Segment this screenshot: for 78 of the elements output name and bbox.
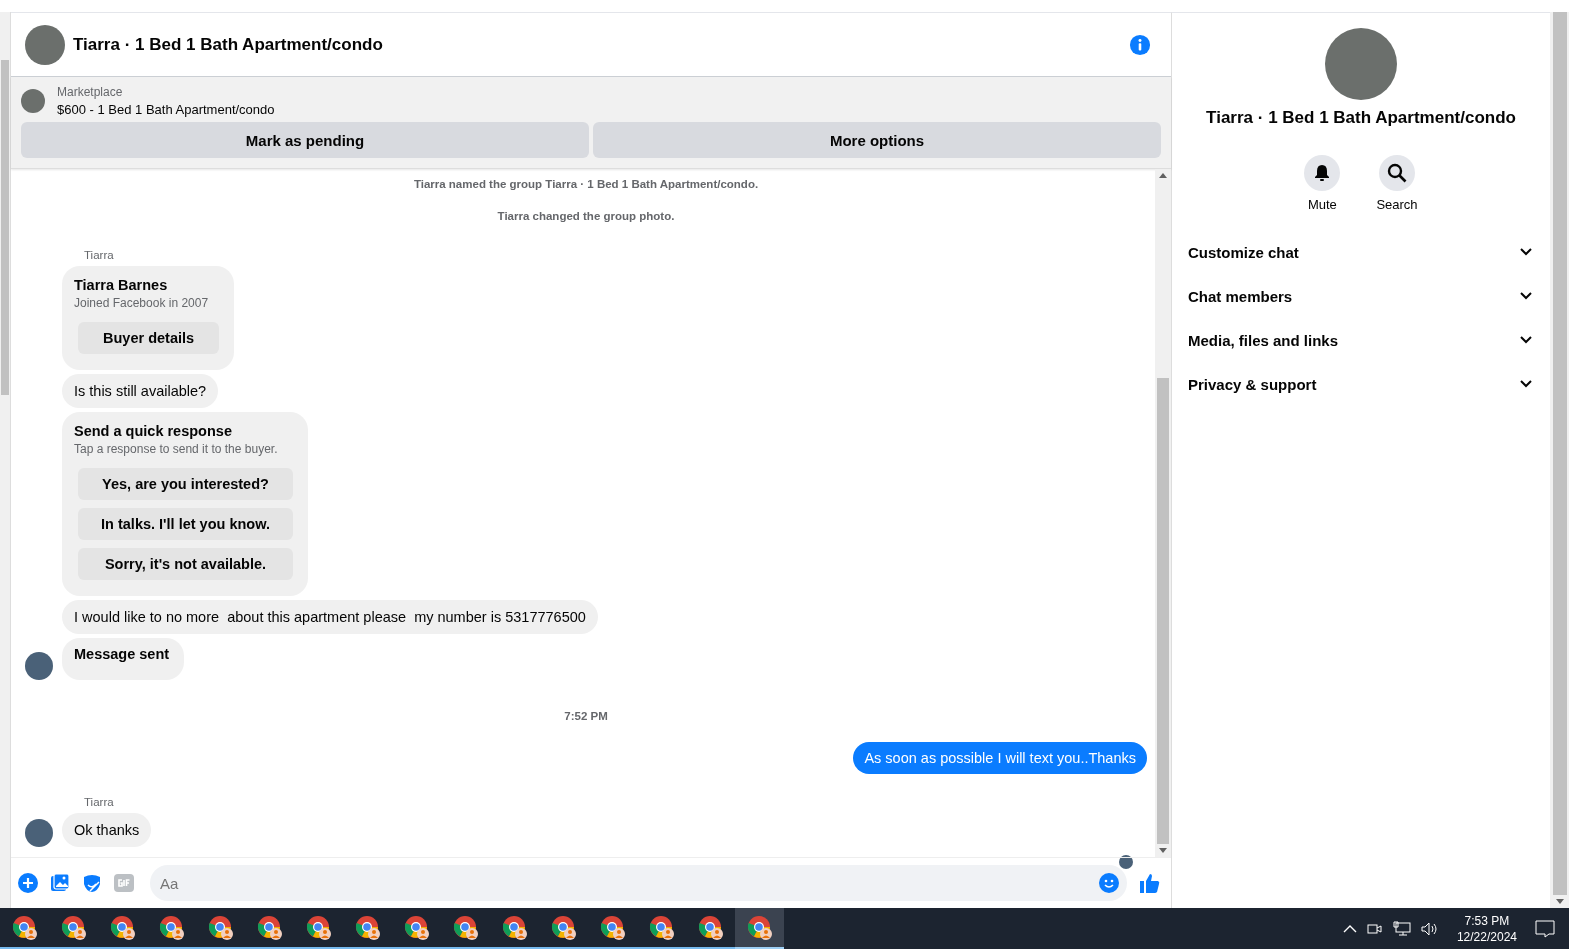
group-event-text: Tiarra named the group Tiarra · 1 Bed 1 Bath Apartment/condo. [412,178,760,190]
scroll-down-icon[interactable] [1159,848,1167,853]
search-icon [1387,163,1407,183]
add-icon[interactable] [18,873,38,893]
chat-title: Tiarra · 1 Bed 1 Bath Apartment/condo [73,34,384,55]
browser-icon [108,913,137,942]
thumbs-up-icon[interactable] [1139,872,1161,894]
mute-button[interactable] [1304,155,1341,191]
user-avatar [25,652,53,680]
browser-icon [304,913,333,942]
browser-icon [206,913,235,942]
scrollbar-thumb[interactable] [1157,378,1169,844]
message-input[interactable]: Aa [150,865,1127,901]
browser-icon [451,913,480,942]
browser-icon [59,913,88,942]
section-header[interactable]: Media, files and links [1172,318,1550,362]
emoji-icon[interactable] [1099,873,1119,893]
quick-response-title: Send a quick response [74,423,232,439]
scrollbar-thumb[interactable] [1,60,9,395]
browser-icon [500,913,529,942]
browser-icon [549,913,578,942]
clock-time: 7:53 PM [1464,913,1510,928]
listing-action-button[interactable]: Mark as pending [21,122,589,158]
browser-icon [255,913,284,942]
image-icon[interactable] [50,873,70,893]
info-icon[interactable] [1129,33,1151,56]
listing-photo [21,89,45,113]
buyer-details-button[interactable]: Buyer details [78,322,220,354]
group-photo [25,24,65,65]
browser-icon [353,913,382,942]
group-event-text: Tiarra changed the group photo. [496,210,676,222]
chevron-icon [1520,336,1532,344]
buyer-subtitle: Joined Facebook in 2007 [74,296,209,310]
chevron-icon [1520,292,1532,300]
network-icon[interactable] [1392,920,1411,937]
section-header[interactable]: Privacy & support [1172,362,1550,406]
message-bubble: Message sent [62,638,185,680]
message-bubble: Is this still available? [62,374,219,408]
scrollbar-thumb[interactable] [1552,12,1567,895]
browser-icon [745,913,774,942]
quick-reply-button[interactable]: Sorry, it's not available. [78,548,293,580]
browser-icon [157,913,186,942]
action-label: Search [1376,197,1418,212]
quick-reply-button[interactable]: In talks. I'll let you know. [78,508,293,540]
chevron-icon [1520,380,1532,388]
browser-icon [647,913,676,942]
scroll-up-icon[interactable] [1159,173,1167,178]
quick-reply-button[interactable]: Yes, are you interested? [78,468,293,500]
quick-response-hint: Tap a response to send it to the buyer. [74,442,278,456]
group-name: Tiarra · 1 Bed 1 Bath Apartment/condo [1206,108,1516,128]
browser-icon [402,913,431,942]
timestamp: 7:52 PM [563,710,609,722]
section-header[interactable]: Chat members [1172,274,1550,318]
clock-date: 12/22/2024 [1456,929,1517,944]
message-bubble: I would like to no more about this apartment please my number is 5317776500 [62,600,598,634]
buyer-name: Tiarra Barnes [74,277,168,293]
message-bubble: As soon as possible I will text you..Thanks [853,742,1147,774]
browser-icon [10,913,39,942]
section-header[interactable]: Customize chat [1172,230,1550,274]
sticker-icon[interactable] [82,873,102,893]
search-button[interactable] [1379,155,1415,191]
bell-icon [1313,164,1332,182]
listing-title: $600 - 1 Bed 1 Bath Apartment/condo [57,102,275,117]
notification-icon[interactable] [1535,919,1555,938]
message-bubble: Ok thanks [62,813,152,847]
chevron-up-icon[interactable] [1342,923,1357,934]
listing-action-button[interactable]: More options [593,122,1161,158]
browser-icon [696,913,725,942]
speaker-icon[interactable] [1420,920,1439,937]
scroll-down-icon[interactable] [1555,899,1564,904]
sender-name: Tiarra [84,249,115,261]
taskbar-app-button[interactable] [735,908,784,949]
user-avatar [25,819,53,847]
listing-source: Marketplace [57,85,124,99]
action-label: Mute [1307,197,1337,212]
sender-name: Tiarra [84,796,115,808]
chevron-icon [1520,248,1532,256]
browser-icon [598,913,627,942]
